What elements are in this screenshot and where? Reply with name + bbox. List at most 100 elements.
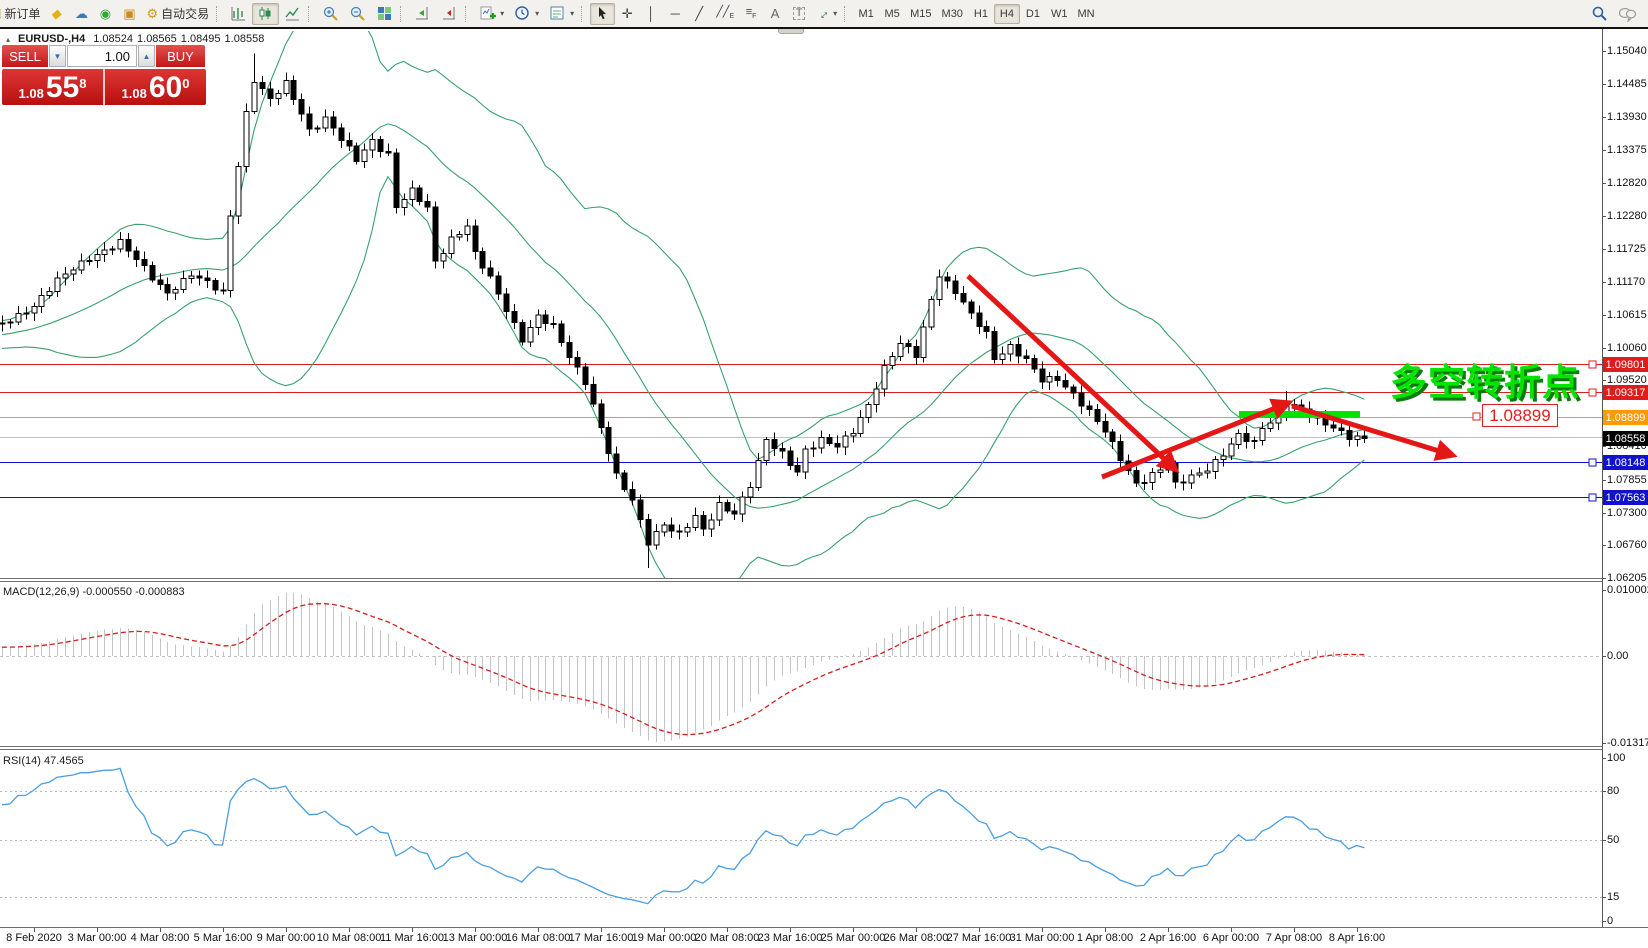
volume-decrease-button[interactable]: ▼ bbox=[49, 45, 66, 67]
rsi-tick-label: 0 bbox=[1607, 915, 1613, 927]
volume-increase-button[interactable]: ▲ bbox=[138, 45, 155, 67]
timeframe-m5[interactable]: M5 bbox=[879, 4, 905, 24]
sell-button[interactable]: SELL bbox=[2, 45, 48, 67]
templates-button[interactable]: ▾ bbox=[544, 3, 579, 25]
candlestick-chart-button[interactable] bbox=[252, 3, 279, 25]
price-tick bbox=[1602, 513, 1606, 514]
auto-scroll-button[interactable] bbox=[409, 3, 436, 25]
tile-windows-button[interactable] bbox=[371, 3, 398, 25]
signals-button[interactable]: ◉ bbox=[93, 3, 117, 25]
pane-separator[interactable] bbox=[0, 746, 1602, 750]
search-button[interactable] bbox=[1586, 3, 1613, 25]
text-button[interactable]: A bbox=[763, 3, 787, 25]
zoom-out-button[interactable] bbox=[344, 3, 371, 25]
price-badge: 1.08899 bbox=[1603, 410, 1648, 425]
date-tick-label: 19 Mar 00:00 bbox=[632, 932, 697, 944]
main-chart-pane[interactable] bbox=[0, 31, 1602, 580]
horizontal-level-lines[interactable] bbox=[0, 365, 1602, 498]
price-tick bbox=[1602, 282, 1606, 283]
timeframe-m15[interactable]: M15 bbox=[905, 4, 936, 24]
timeframe-m30[interactable]: M30 bbox=[937, 4, 968, 24]
horizontal-line-button[interactable]: ─ bbox=[663, 3, 687, 25]
timeframe-h4[interactable]: H4 bbox=[994, 4, 1020, 24]
price-badge: 1.09801 bbox=[1603, 357, 1648, 372]
gold-ingot-button[interactable]: ◆ bbox=[45, 3, 69, 25]
toolbar-grip bbox=[844, 6, 849, 22]
trendline-icon: ╱ bbox=[695, 7, 703, 20]
pane-separator[interactable] bbox=[0, 578, 1602, 582]
periods-button[interactable]: ▾ bbox=[509, 3, 544, 25]
gold-ingot-icon: ◆ bbox=[51, 7, 64, 20]
equidistant-channel-button[interactable]: ╱╱E bbox=[711, 3, 739, 25]
indicators-button[interactable]: ▾ bbox=[474, 3, 509, 25]
volume-input[interactable] bbox=[67, 45, 137, 67]
chart-shift-button[interactable] bbox=[436, 3, 463, 25]
date-tick-label: 6 Apr 00:00 bbox=[1203, 932, 1259, 944]
zoom-in-button[interactable] bbox=[317, 3, 344, 25]
sell-price-pips: 55 bbox=[46, 74, 79, 102]
date-tick-label: 10 Mar 08:00 bbox=[317, 932, 382, 944]
timeframe-m1[interactable]: M1 bbox=[853, 4, 879, 24]
toolbar-grip bbox=[465, 6, 470, 22]
price-tick bbox=[1602, 183, 1606, 184]
crosshair-button[interactable]: ✛ bbox=[615, 3, 639, 25]
zoom-in-icon bbox=[322, 5, 339, 22]
timeframe-w1[interactable]: W1 bbox=[1046, 4, 1073, 24]
price-axis-border bbox=[1602, 29, 1603, 927]
turning-point-annotation[interactable]: 多空转折点 bbox=[1390, 352, 1580, 406]
price-tick-label: 1.06205 bbox=[1607, 572, 1647, 584]
window-top-border bbox=[0, 27, 1648, 29]
candlestick-layer[interactable] bbox=[0, 53, 1367, 568]
mt4-terminal: 🗎 新订单 ◆ ☁ ◉ ▣ ⚙ 自动交易 bbox=[0, 0, 1648, 948]
bar-chart-button[interactable] bbox=[225, 3, 252, 25]
text-label-icon: T bbox=[793, 7, 806, 20]
line-chart-button[interactable] bbox=[279, 3, 306, 25]
ohlc-open: 1.08524 bbox=[93, 33, 133, 45]
rsi-tick-label: 50 bbox=[1607, 834, 1619, 846]
vertical-line-button[interactable]: │ bbox=[639, 3, 663, 25]
price-tick-label: 1.12280 bbox=[1607, 210, 1647, 222]
toolbar-grip bbox=[308, 6, 313, 22]
new-order-button[interactable]: 🗎 新订单 bbox=[0, 3, 45, 25]
zoom-out-icon bbox=[349, 5, 366, 22]
chat-button[interactable] bbox=[1613, 3, 1642, 25]
autotrading-button[interactable]: ⚙ 自动交易 bbox=[141, 3, 214, 25]
search-icon bbox=[1591, 5, 1608, 22]
price-tick bbox=[1602, 216, 1606, 217]
timeframe-h1[interactable]: H1 bbox=[968, 4, 994, 24]
date-tick-label: 8 Apr 16:00 bbox=[1329, 932, 1385, 944]
date-tick-label: 16 Mar 08:00 bbox=[506, 932, 571, 944]
periods-icon bbox=[514, 5, 531, 22]
rsi-pane[interactable] bbox=[0, 752, 1602, 926]
rsi-tick-label: 15 bbox=[1607, 891, 1619, 903]
arrows-button[interactable]: ↔▾ bbox=[811, 3, 842, 25]
macd-pane[interactable] bbox=[0, 584, 1602, 745]
indicators-icon bbox=[479, 5, 496, 22]
price-tick-label: 1.07300 bbox=[1607, 507, 1647, 519]
collapse-one-click-icon[interactable]: ▴ bbox=[6, 35, 10, 44]
date-tick-label: 8 Feb 2020 bbox=[6, 932, 62, 944]
price-tick bbox=[1602, 84, 1606, 85]
price-tick bbox=[1602, 348, 1606, 349]
buy-price-button[interactable]: 1.08 60 0 bbox=[105, 69, 206, 105]
buy-price-pips: 60 bbox=[149, 74, 182, 102]
fibonacci-button[interactable]: ≡F bbox=[739, 3, 763, 25]
price-tick bbox=[1602, 380, 1606, 381]
auto-scroll-icon bbox=[414, 5, 431, 22]
market-button[interactable]: ▣ bbox=[117, 3, 141, 25]
community-button[interactable]: ☁ bbox=[69, 3, 93, 25]
equidistant-channel-icon: ╱╱E bbox=[716, 7, 734, 20]
trendline-button[interactable]: ╱ bbox=[687, 3, 711, 25]
toolbar: 🗎 新订单 ◆ ☁ ◉ ▣ ⚙ 自动交易 bbox=[0, 0, 1648, 27]
timeframe-mn[interactable]: MN bbox=[1072, 4, 1099, 24]
price-callout-box[interactable]: 1.08899 bbox=[1482, 404, 1558, 427]
timeframe-d1[interactable]: D1 bbox=[1020, 4, 1046, 24]
buy-button[interactable]: BUY bbox=[156, 45, 205, 67]
horizontal-line-icon: ─ bbox=[671, 7, 680, 20]
new-order-label: 新订单 bbox=[4, 5, 40, 22]
macd-tick-label: 0.010002 bbox=[1607, 584, 1648, 596]
sell-price-button[interactable]: 1.08 55 8 bbox=[2, 69, 103, 105]
cursor-button[interactable] bbox=[590, 3, 615, 25]
timeframe-bar: M1 M5 M15 M30 H1 H4 D1 W1 MN bbox=[853, 4, 1099, 24]
text-label-button[interactable]: T bbox=[787, 3, 811, 25]
